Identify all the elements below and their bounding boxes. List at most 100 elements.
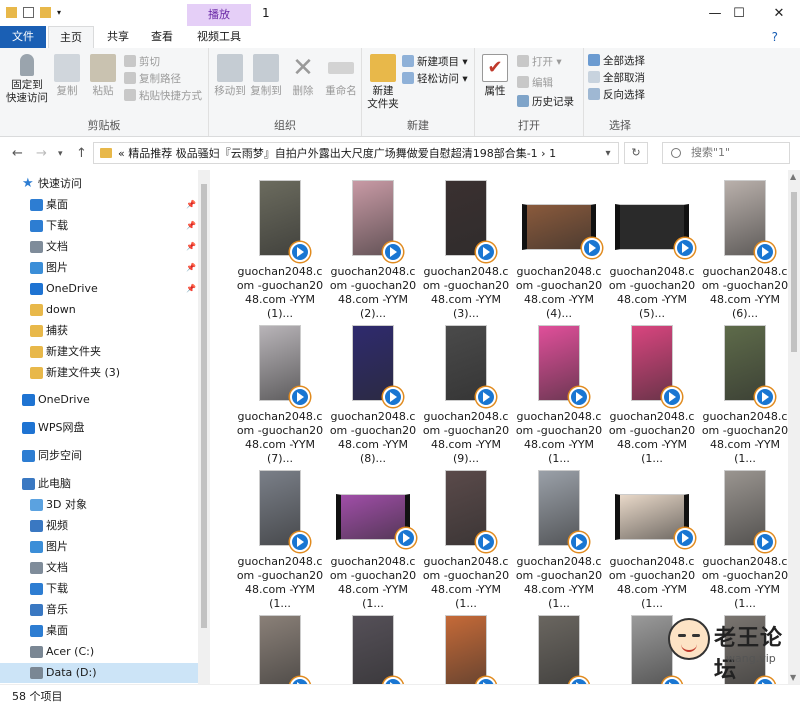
tab-video-tools[interactable]: 视频工具 xyxy=(187,26,251,48)
play-badge-icon xyxy=(476,387,496,407)
file-tile[interactable]: guochan2048.com -guochan2048.com -YYM (5… xyxy=(607,180,697,321)
copy-path-button[interactable]: 复制路径 xyxy=(124,71,181,87)
new-folder-button[interactable]: 新建 文件夹 xyxy=(364,54,402,111)
address-path[interactable]: « 精品推荐 极品骚妇『云雨梦』自拍户外露出大尺度广场舞做爱自慰超清198部合集… xyxy=(118,145,598,161)
close-button[interactable]: ✕ xyxy=(762,0,796,26)
file-tile[interactable] xyxy=(514,615,604,684)
search-icon xyxy=(671,148,681,158)
paste-button[interactable]: 粘贴 xyxy=(86,54,120,98)
nav-scrollbar[interactable] xyxy=(198,170,210,684)
invert-selection-button[interactable]: 反向选择 xyxy=(588,87,645,103)
sidebar-item-label: 桌面 xyxy=(46,624,68,637)
scroll-up-icon[interactable]: ▲ xyxy=(790,172,796,181)
sidebar-item-desktop[interactable]: 桌面 📌 xyxy=(0,195,198,215)
pin-quick-access-button[interactable]: 固定到 快速访问 xyxy=(6,54,48,105)
file-tile[interactable]: guochan2048.com -guochan2048.com -YYM (1… xyxy=(607,325,697,466)
new-item-button[interactable]: 新建项目 ▾ xyxy=(402,54,468,70)
tab-home[interactable]: 主页 xyxy=(48,26,94,48)
sidebar-item-star[interactable]: ★ 快速访问 xyxy=(0,174,198,194)
back-arrow-icon[interactable]: ← xyxy=(12,146,23,161)
sidebar-item-cloud-outline[interactable]: WPS网盘 xyxy=(0,418,198,438)
file-tile[interactable]: guochan2048.com -guochan2048.com -YYM (8… xyxy=(328,325,418,466)
sidebar-item-3d[interactable]: 3D 对象 xyxy=(0,495,198,515)
select-all-button[interactable]: 全部选择 xyxy=(588,53,645,69)
sidebar-item-music[interactable]: 音乐 xyxy=(0,600,198,620)
context-tab-play[interactable]: 播放 xyxy=(187,4,251,26)
copy-to-button[interactable]: 复制到 xyxy=(247,54,285,98)
history-button[interactable]: 历史记录 xyxy=(517,94,574,110)
nav-scrollbar-thumb[interactable] xyxy=(201,184,207,628)
file-tile[interactable]: guochan2048.com -guochan2048.com -YYM (1… xyxy=(514,325,604,466)
sidebar-item-folder[interactable]: 捕获 xyxy=(0,321,198,341)
up-arrow-icon[interactable]: ↑ xyxy=(76,146,87,161)
cut-button[interactable]: 剪切 xyxy=(124,54,160,70)
delete-button[interactable]: ✕ 删除 xyxy=(285,54,321,98)
paste-shortcut-button[interactable]: 粘贴快捷方式 xyxy=(124,88,202,104)
file-name: guochan2048.com -guochan2048.com -YYM (1… xyxy=(236,265,324,320)
sidebar-item-folder[interactable]: 新建文件夹 (3) xyxy=(0,363,198,383)
content-scrollbar-thumb[interactable] xyxy=(791,192,797,352)
file-tile[interactable]: guochan2048.com -guochan2048.com -YYM (9… xyxy=(421,325,511,466)
move-to-button[interactable]: 移动到 xyxy=(211,54,249,98)
sidebar-item-folder[interactable]: 新建文件夹 xyxy=(0,342,198,362)
sidebar-item-document[interactable]: 文档 📌 xyxy=(0,237,198,257)
help-icon[interactable]: ? xyxy=(772,30,778,44)
sidebar-item-pictures[interactable]: 图片 xyxy=(0,537,198,557)
folder-icon xyxy=(30,304,43,316)
tab-view[interactable]: 查看 xyxy=(144,26,180,48)
file-tile[interactable]: guochan2048.com -guochan2048.com -YYM (1… xyxy=(700,470,788,611)
file-tile[interactable]: guochan2048.com -guochan2048.com -YYM (1… xyxy=(607,470,697,611)
address-dropdown-icon[interactable]: ▾ xyxy=(598,148,618,159)
sidebar-item-video[interactable]: 视频 xyxy=(0,516,198,536)
refresh-icon[interactable]: ↻ xyxy=(624,142,648,164)
easy-access-button[interactable]: 轻松访问 ▾ xyxy=(402,71,468,87)
file-tile[interactable] xyxy=(421,615,511,684)
download-icon xyxy=(30,220,43,232)
file-tile[interactable]: guochan2048.com -guochan2048.com -YYM (6… xyxy=(700,180,788,321)
sidebar-item-cloud[interactable]: OneDrive 📌 xyxy=(0,279,198,299)
address-field[interactable]: « 精品推荐 极品骚妇『云雨梦』自拍户外露出大尺度广场舞做爱自慰超清198部合集… xyxy=(93,142,619,164)
recent-chevron-icon[interactable]: ▾ xyxy=(58,149,63,159)
sidebar-item-cloud[interactable]: OneDrive xyxy=(0,390,198,410)
pin-icon xyxy=(20,54,34,76)
pin-icon: 📌 xyxy=(186,263,196,272)
sidebar-item-sync[interactable]: 同步空间 xyxy=(0,446,198,466)
chevron-down-icon[interactable]: ▾ xyxy=(57,7,65,18)
file-tile[interactable] xyxy=(328,615,418,684)
file-tile[interactable] xyxy=(235,615,325,684)
sidebar-item-pc[interactable]: 此电脑 xyxy=(0,474,198,494)
edit-button[interactable]: 编辑 xyxy=(517,75,553,91)
copy-button[interactable]: 复制 xyxy=(50,54,84,98)
tab-file[interactable]: 文件 xyxy=(0,26,46,48)
properties-button[interactable]: ✔ 属性 xyxy=(477,54,513,98)
sidebar-item-label: 桌面 xyxy=(46,198,68,211)
properties-icon[interactable] xyxy=(23,7,34,18)
sidebar-item-drive[interactable]: Acer (C:) xyxy=(0,642,198,662)
file-tile[interactable]: guochan2048.com -guochan2048.com -YYM (2… xyxy=(328,180,418,321)
sidebar-item-drive[interactable]: Data (D:) xyxy=(0,663,198,683)
content-scrollbar[interactable]: ▲ ▼ xyxy=(788,170,800,684)
select-none-button[interactable]: 全部取消 xyxy=(588,70,645,86)
file-tile[interactable]: guochan2048.com -guochan2048.com -YYM (4… xyxy=(514,180,604,321)
forward-arrow-icon[interactable]: → xyxy=(36,146,47,161)
sidebar-item-download[interactable]: 下载 📌 xyxy=(0,216,198,236)
search-input[interactable]: 搜索"1" xyxy=(662,142,790,164)
file-tile[interactable]: guochan2048.com -guochan2048.com -YYM (1… xyxy=(421,470,511,611)
file-tile[interactable]: guochan2048.com -guochan2048.com -YYM (1… xyxy=(235,470,325,611)
sidebar-item-pictures[interactable]: 图片 📌 xyxy=(0,258,198,278)
maximize-button[interactable]: ☐ xyxy=(722,0,756,26)
sidebar-item-document[interactable]: 文档 xyxy=(0,558,198,578)
tab-share[interactable]: 共享 xyxy=(100,26,136,48)
rename-button[interactable]: 重命名 xyxy=(321,54,361,98)
sidebar-item-folder[interactable]: down xyxy=(0,300,198,320)
file-tile[interactable]: guochan2048.com -guochan2048.com -YYM (1… xyxy=(514,470,604,611)
file-tile[interactable]: guochan2048.com -guochan2048.com -YYM (1… xyxy=(328,470,418,611)
open-button[interactable]: 打开 ▾ xyxy=(517,54,562,70)
sidebar-item-desktop[interactable]: 桌面 xyxy=(0,621,198,641)
file-tile[interactable]: guochan2048.com -guochan2048.com -YYM (7… xyxy=(235,325,325,466)
new-folder-icon[interactable] xyxy=(40,7,51,18)
file-tile[interactable]: guochan2048.com -guochan2048.com -YYM (1… xyxy=(700,325,788,466)
file-tile[interactable]: guochan2048.com -guochan2048.com -YYM (1… xyxy=(235,180,325,321)
sidebar-item-download[interactable]: 下载 xyxy=(0,579,198,599)
file-tile[interactable]: guochan2048.com -guochan2048.com -YYM (3… xyxy=(421,180,511,321)
